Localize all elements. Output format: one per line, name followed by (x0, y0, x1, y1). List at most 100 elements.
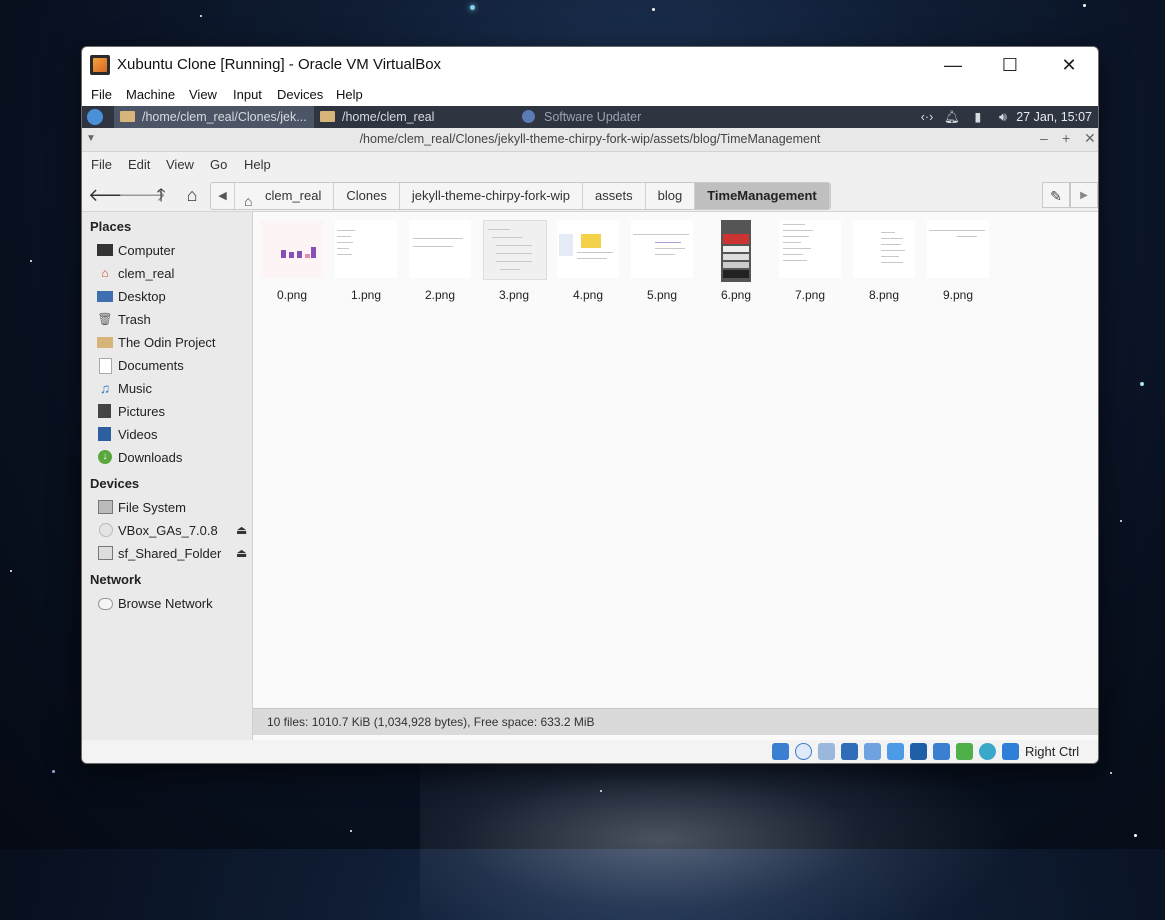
breadcrumb-clones[interactable]: Clones (334, 183, 400, 209)
guest-display[interactable]: /home/clem_real/Clones/jek... /home/clem… (82, 106, 1098, 740)
thunar-title-bar[interactable]: ▼ /home/clem_real/Clones/jekyll-theme-ch… (82, 128, 1098, 152)
file-item[interactable]: 7.png (773, 220, 847, 316)
vbox-menu-view[interactable]: View (189, 87, 217, 102)
file-item[interactable]: 5.png (625, 220, 699, 316)
eject-icon[interactable]: ⏏ (236, 543, 247, 564)
breadcrumb-scroll-left[interactable]: ◀ (211, 183, 235, 209)
file-item[interactable]: 6.png (699, 220, 773, 316)
virtualbox-window: Xubuntu Clone [Running] - Oracle VM Virt… (81, 46, 1099, 764)
notification-bell-icon[interactable]: 🔔︎ (942, 106, 962, 128)
maximize-button[interactable]: ☐ (987, 51, 1033, 79)
taskbar-item-home-folder[interactable]: /home/clem_real (314, 106, 512, 128)
file-item[interactable]: 9.png (921, 220, 995, 316)
file-icon-view[interactable]: 0.png 1.png 2.png 3.png 4.png 5.png 6.pn… (253, 212, 1098, 708)
sidebar-item-browse-network[interactable]: Browse Network (90, 593, 250, 614)
taskbar-item-software-updater[interactable]: Software Updater (516, 106, 696, 128)
network-status-icon[interactable]: ‹·› (915, 106, 939, 128)
vbox-menu-devices[interactable]: Devices (277, 87, 323, 102)
hard-disk-icon[interactable] (772, 743, 789, 760)
sidebar-heading-places: Places (90, 219, 132, 234)
keyboard-icon[interactable] (1002, 743, 1019, 760)
network-icon[interactable] (841, 743, 858, 760)
sidebar-item-label: clem_real (118, 266, 175, 281)
minimize-button[interactable]: — (930, 51, 976, 79)
breadcrumb-blog[interactable]: blog (646, 183, 696, 209)
sidebar-item-file-system[interactable]: File System (90, 497, 250, 518)
file-item[interactable]: 4.png (551, 220, 625, 316)
sidebar-item-label: Browse Network (118, 596, 213, 611)
sidebar-item-odin-project[interactable]: The Odin Project (90, 332, 250, 353)
breadcrumb-assets[interactable]: assets (583, 183, 646, 209)
battery-icon[interactable]: ▮ (969, 106, 987, 128)
whisker-menu-icon[interactable] (87, 109, 103, 125)
sidebar-item-documents[interactable]: Documents (90, 355, 250, 376)
vbox-menu-file[interactable]: File (91, 87, 112, 102)
back-button[interactable]: 🡐 (88, 183, 136, 207)
file-item[interactable]: 2.png (403, 220, 477, 316)
thunar-maximize-icon[interactable]: + (1062, 130, 1070, 146)
sidebar-item-desktop[interactable]: Desktop (90, 286, 250, 307)
sidebar-item-computer[interactable]: Computer (90, 240, 250, 261)
file-item[interactable]: 0.png (255, 220, 329, 316)
thunar-menu-help[interactable]: Help (244, 157, 271, 172)
shared-folders-icon[interactable] (887, 743, 904, 760)
display-icon[interactable] (910, 743, 927, 760)
thunar-close-icon[interactable]: ✕ (1084, 130, 1096, 147)
breadcrumb-jekyll[interactable]: jekyll-theme-chirpy-fork-wip (400, 183, 584, 209)
thumbnail-detail (783, 242, 801, 243)
eject-icon[interactable]: ⏏ (236, 520, 247, 541)
vbox-menu-machine[interactable]: Machine (126, 87, 175, 102)
thumbnail-detail (577, 252, 613, 253)
sidebar-item-pictures[interactable]: Pictures (90, 401, 250, 422)
thumbnail-detail (492, 237, 522, 238)
vbox-menu-input[interactable]: Input (233, 87, 262, 102)
thunar-sidebar: Places Computer ⌂ clem_real Desktop 🗑︎ Tra… (82, 212, 253, 740)
sidebar-item-videos[interactable]: Videos (90, 424, 250, 445)
sidebar-item-downloads[interactable]: ↓ Downloads (90, 447, 250, 468)
virtualbox-app-icon (90, 55, 110, 75)
thumbnail-detail (488, 229, 510, 230)
taskbar-item-clones-folder[interactable]: /home/clem_real/Clones/jek... (114, 106, 314, 128)
vbox-menu-help[interactable]: Help (336, 87, 363, 102)
home-icon: ⌂ (244, 193, 253, 209)
thunar-menu-file[interactable]: File (91, 157, 112, 172)
thunar-menu-go[interactable]: Go (210, 157, 227, 172)
wallpaper-star (1140, 382, 1144, 386)
breadcrumb-timemanagement[interactable]: TimeManagement (695, 183, 830, 209)
breadcrumb-scroll-right[interactable]: ▶ (1070, 182, 1098, 208)
sidebar-item-vbox-gas[interactable]: VBox_GAs_7.0.8 ⏏ (90, 520, 250, 541)
sidebar-item-shared-folder[interactable]: sf_Shared_Folder ⏏ (90, 543, 250, 564)
recording-icon[interactable] (933, 743, 950, 760)
desktop-icon (97, 291, 113, 302)
panel-clock[interactable]: 27 Jan, 15:07 (1016, 106, 1092, 128)
sidebar-item-clem-real[interactable]: ⌂ clem_real (90, 263, 250, 284)
file-item[interactable]: 1.png (329, 220, 403, 316)
mouse-integration-icon[interactable] (979, 743, 996, 760)
sidebar-item-music[interactable]: ♫ Music (90, 378, 250, 399)
file-item[interactable]: 8.png (847, 220, 921, 316)
thumbnail-detail (881, 244, 901, 245)
sidebar-item-trash[interactable]: 🗑︎ Trash (90, 309, 250, 330)
forward-button[interactable]: 🡒 (118, 183, 166, 207)
wallpaper-star (1120, 520, 1122, 522)
thunar-menu-view[interactable]: View (166, 157, 194, 172)
thunar-minimize-icon[interactable]: – (1040, 130, 1048, 146)
edit-location-button[interactable]: ✎ (1042, 182, 1070, 208)
optical-drive-icon[interactable] (795, 743, 812, 760)
thumbnail-detail (311, 247, 316, 258)
usb-icon[interactable] (864, 743, 881, 760)
audio-icon[interactable] (818, 743, 835, 760)
thunar-menu-edit[interactable]: Edit (128, 157, 150, 172)
close-button[interactable]: ✕ (1046, 51, 1092, 79)
hard-drive-icon (98, 500, 113, 514)
file-name: 0.png (276, 288, 308, 302)
downloads-icon: ↓ (98, 450, 112, 464)
up-button[interactable]: 🡑 (149, 183, 173, 207)
breadcrumb-label: clem_real (265, 188, 322, 203)
cpu-icon[interactable] (956, 743, 973, 760)
vbox-title-bar[interactable]: Xubuntu Clone [Running] - Oracle VM Virt… (82, 47, 1098, 83)
home-button[interactable]: ⌂ (180, 183, 204, 207)
breadcrumb-clem-real[interactable]: ⌂ clem_real (235, 183, 335, 209)
file-item[interactable]: 3.png (477, 220, 551, 316)
volume-icon[interactable]: 🔊︎ (992, 106, 1014, 128)
